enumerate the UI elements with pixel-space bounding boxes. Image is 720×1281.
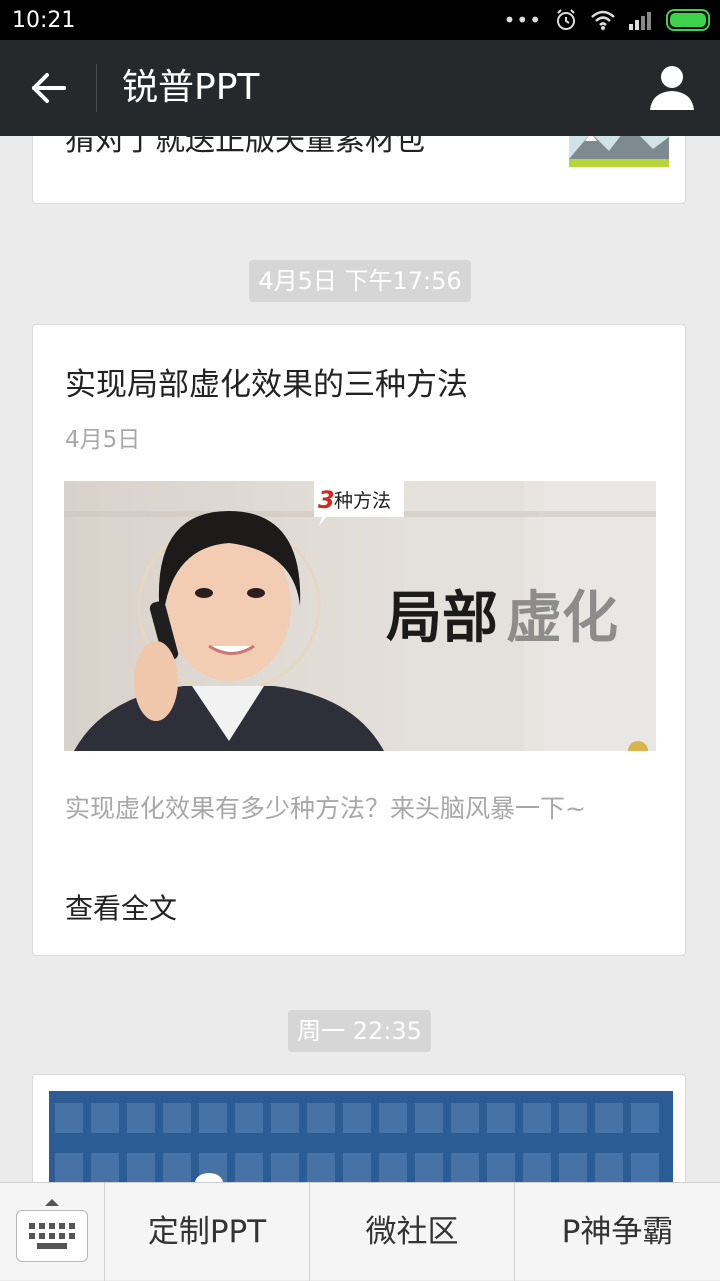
article-card[interactable]: 实现局部虚化效果的三种方法 4月5日 3 种方法 局部 虚化 实现虚化效果有多少…	[32, 324, 686, 956]
signal-icon	[629, 12, 651, 30]
previous-article-card[interactable]: 猜对了就送正版矢量素材包	[32, 136, 686, 204]
article-date: 4月5日	[65, 427, 141, 453]
read-more-link[interactable]: 查看全文	[65, 887, 177, 927]
page-title: 锐普PPT	[122, 67, 260, 108]
menu-item-community[interactable]: 微社区	[309, 1183, 514, 1281]
person-icon	[650, 66, 694, 110]
previous-article-title: 猜对了就送正版矢量素材包	[65, 136, 425, 158]
article-cover-image	[49, 1091, 673, 1182]
badge-text: 种方法	[334, 490, 391, 512]
next-article-card[interactable]	[32, 1074, 686, 1182]
timestamp-label: 周一 22:35	[288, 1010, 431, 1052]
timestamp-label: 4月5日 下午17:56	[249, 260, 471, 302]
header-divider	[96, 64, 97, 112]
keyboard-toggle-button[interactable]	[0, 1183, 104, 1281]
article-summary: 实现虚化效果有多少种方法？来头脑风暴一下~	[65, 794, 586, 823]
back-button[interactable]	[20, 60, 76, 116]
menu-item-p-contest[interactable]: P神争霸	[514, 1183, 720, 1281]
more-dots-icon: •••	[503, 8, 542, 32]
article-cover-image: 3 种方法 局部 虚化	[64, 481, 656, 751]
message-list[interactable]: 猜对了就送正版矢量素材包 4月5日 下午17:56 实现局部虚化效果的三种方法 …	[0, 136, 720, 1182]
battery-icon	[666, 9, 710, 31]
profile-button[interactable]	[648, 62, 696, 112]
expand-arrow-icon	[45, 1199, 59, 1206]
bottom-menu-bar: 定制PPT 微社区 P神争霸	[0, 1182, 720, 1281]
status-bar: 10:21 •••	[0, 0, 720, 40]
keyboard-icon	[16, 1210, 88, 1262]
wifi-icon	[591, 10, 615, 30]
article-title: 实现局部虚化效果的三种方法	[65, 367, 468, 403]
menu-item-custom-ppt[interactable]: 定制PPT	[104, 1183, 309, 1281]
article-thumbnail	[569, 136, 669, 167]
badge-number: 3	[318, 486, 335, 514]
cover-heading-dark: 局部	[386, 586, 498, 651]
alarm-icon	[557, 9, 575, 30]
status-icons: •••	[504, 0, 710, 40]
app-header: 锐普PPT	[0, 40, 720, 136]
back-arrow-icon	[32, 73, 66, 103]
cover-heading-light: 虚化	[506, 586, 618, 651]
status-time: 10:21	[12, 7, 76, 33]
